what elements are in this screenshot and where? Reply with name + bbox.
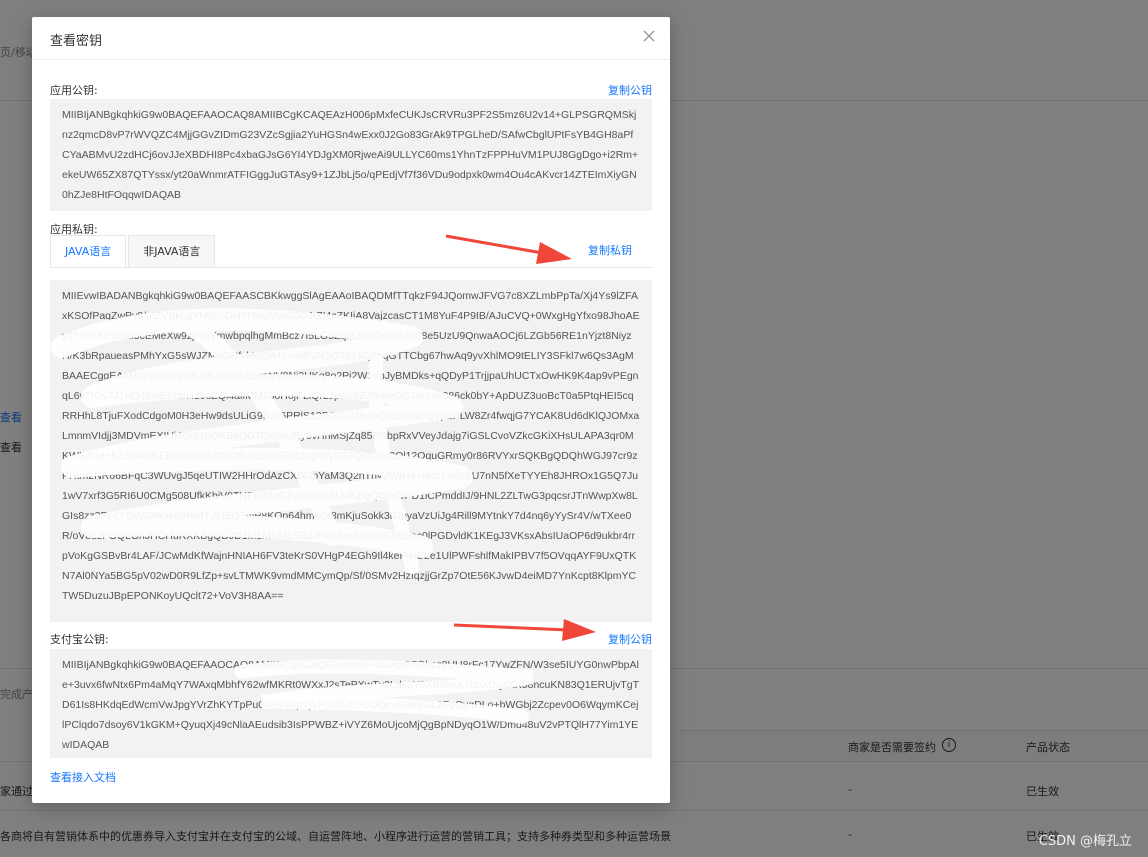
copy-app-public-key-button[interactable]: 复制公钥 xyxy=(608,82,652,98)
arrow-icon xyxy=(453,619,596,641)
redaction-scribble xyxy=(51,308,473,574)
language-tabs: JAVA语言 非JAVA语言 xyxy=(50,235,217,268)
app-public-key-box: MIIBIjANBgkqhkiG9w0BAQEFAAOCAQ8AMIIBCgKC… xyxy=(50,99,652,211)
redaction-scribble xyxy=(235,659,534,724)
alipay-public-key-label: 支付宝公钥: xyxy=(50,633,109,646)
app-public-key-label: 应用公钥: xyxy=(50,84,98,97)
copy-private-key-button[interactable]: 复制私钥 xyxy=(588,242,632,258)
view-docs-link[interactable]: 查看接入文档 xyxy=(50,769,116,785)
tab-java[interactable]: JAVA语言 xyxy=(50,235,127,268)
tab-non-java[interactable]: 非JAVA语言 xyxy=(128,235,216,268)
arrow-icon xyxy=(445,234,572,264)
watermark: CSDN @梅孔立 xyxy=(1038,834,1132,849)
close-icon[interactable] xyxy=(642,29,656,43)
copy-alipay-public-key-button[interactable]: 复制公钥 xyxy=(608,631,652,647)
modal-header: 查看密钥 xyxy=(32,17,670,60)
modal-title: 查看密钥 xyxy=(50,34,103,49)
view-keys-modal: 查看密钥 应用公钥: 复制公钥 MIIBIjANBgkqhkiG9w0BAQEF… xyxy=(32,17,670,803)
